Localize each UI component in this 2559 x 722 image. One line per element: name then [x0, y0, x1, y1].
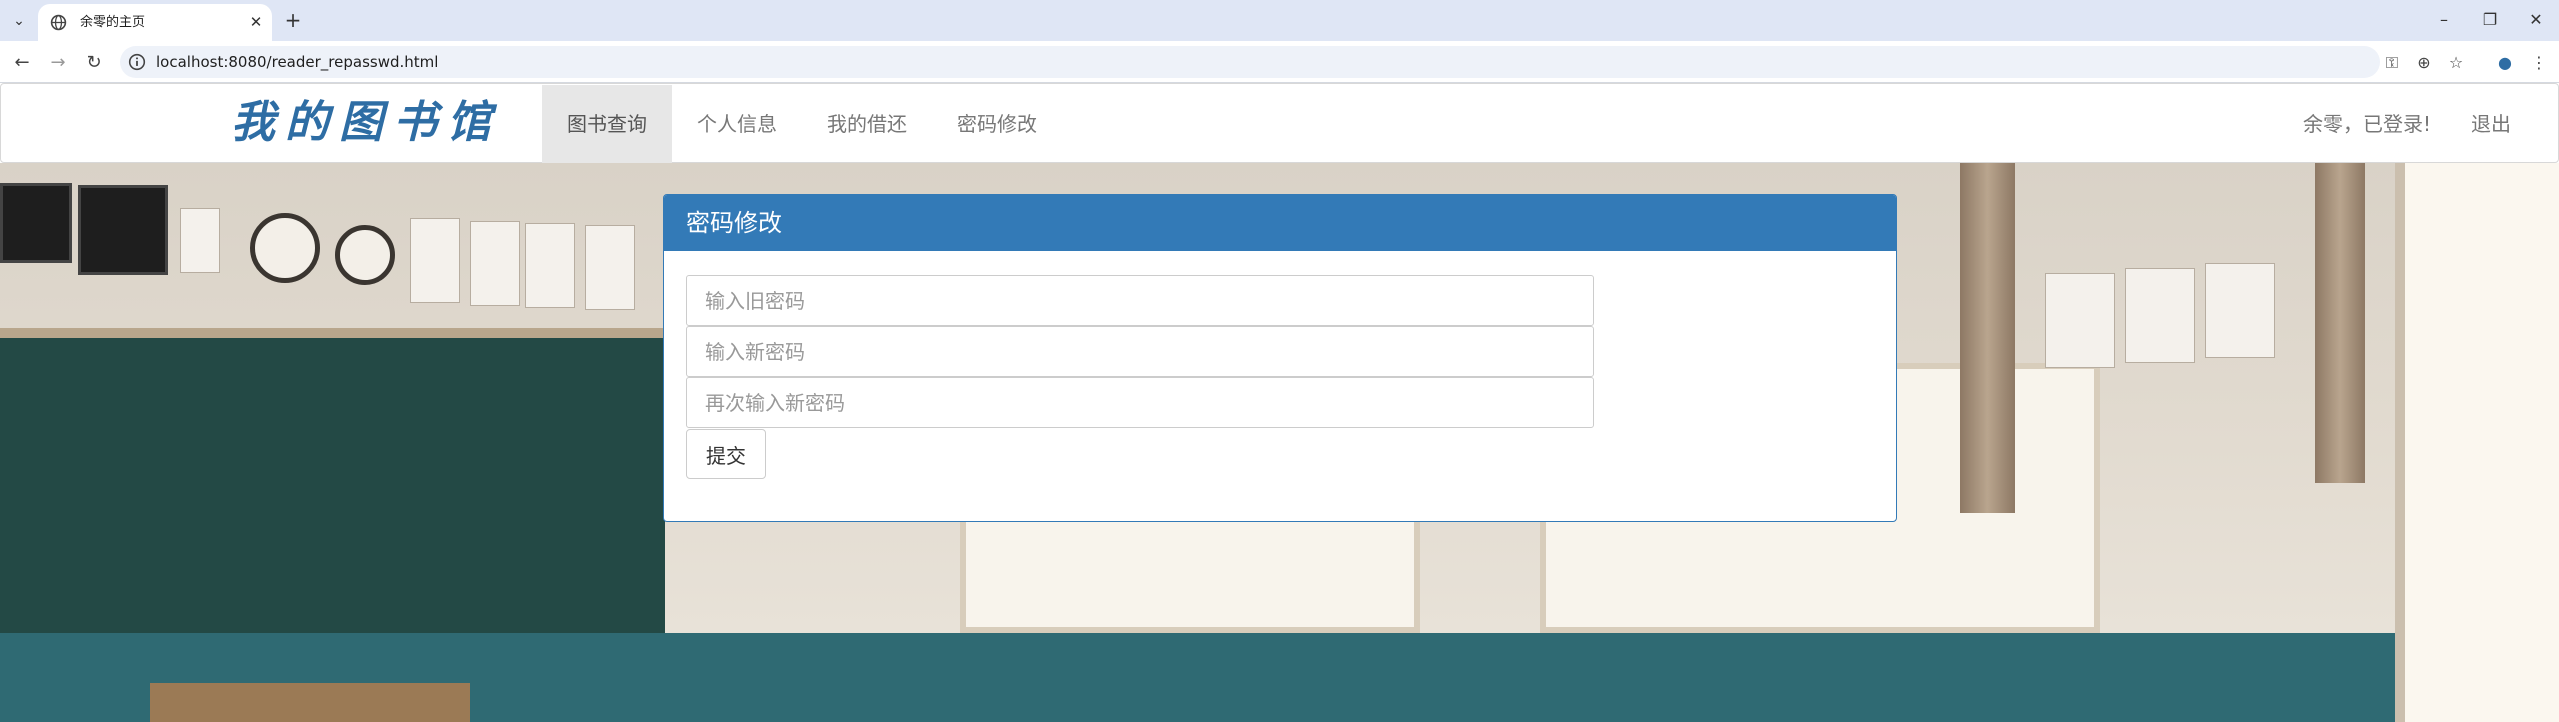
browser-toolbar: ← → ↻ localhost:8080/reader_repasswd.htm…	[0, 41, 2559, 83]
old-password-input[interactable]	[686, 275, 1594, 326]
reload-icon[interactable]: ↻	[80, 49, 108, 77]
brand-title: 我的图书馆	[231, 97, 501, 148]
site-info-icon[interactable]	[128, 53, 146, 71]
submit-button[interactable]: 提交	[686, 429, 766, 479]
nav-personal-info[interactable]: 个人信息	[672, 85, 802, 163]
zoom-icon[interactable]: ⊕	[2413, 52, 2435, 74]
window-close-icon[interactable]: ✕	[2516, 6, 2556, 34]
password-key-icon[interactable]: ⚿	[2381, 52, 2403, 74]
profile-icon[interactable]: ●	[2494, 52, 2516, 74]
nav-change-password[interactable]: 密码修改	[932, 85, 1062, 163]
panel-heading: 密码修改	[664, 195, 1896, 251]
address-bar[interactable]: localhost:8080/reader_repasswd.html	[120, 46, 2380, 78]
url-text: localhost:8080/reader_repasswd.html	[156, 53, 439, 71]
menu-icon[interactable]: ⋮	[2528, 52, 2550, 74]
confirm-password-input[interactable]	[686, 377, 1594, 428]
logout-link[interactable]: 退出	[2471, 85, 2511, 163]
bookmark-star-icon[interactable]: ☆	[2445, 52, 2467, 74]
nav-my-borrowing[interactable]: 我的借还	[802, 85, 932, 163]
browser-tab[interactable]: 余零的主页 ✕	[38, 4, 272, 41]
minimize-icon[interactable]: –	[2424, 6, 2464, 34]
browser-tab-strip: ⌄ 余零的主页 ✕ + – ❐ ✕	[0, 0, 2559, 41]
user-status: 余零，已登录!	[2303, 112, 2432, 136]
close-icon[interactable]: ✕	[246, 12, 266, 32]
change-password-panel: 密码修改 提交	[663, 194, 1897, 522]
site-logo[interactable]: 我的图书馆	[231, 94, 491, 152]
page-viewport: 我的图书馆 图书查询 个人信息 我的借还 密码修改 余零，已登录! 退出 密码修…	[0, 83, 2559, 722]
back-icon[interactable]: ←	[8, 49, 36, 77]
plus-icon[interactable]: +	[280, 8, 306, 34]
site-navbar: 我的图书馆 图书查询 个人信息 我的借还 密码修改 余零，已登录! 退出	[0, 83, 2559, 163]
forward-icon[interactable]: →	[44, 49, 72, 77]
nav-book-search[interactable]: 图书查询	[542, 85, 672, 163]
restore-icon[interactable]: ❐	[2470, 6, 2510, 34]
tab-title: 余零的主页	[80, 15, 146, 30]
globe-favicon-icon	[50, 14, 67, 31]
new-password-input[interactable]	[686, 326, 1594, 377]
panel-title: 密码修改	[686, 209, 782, 237]
tab-search-icon[interactable]: ⌄	[6, 9, 32, 33]
